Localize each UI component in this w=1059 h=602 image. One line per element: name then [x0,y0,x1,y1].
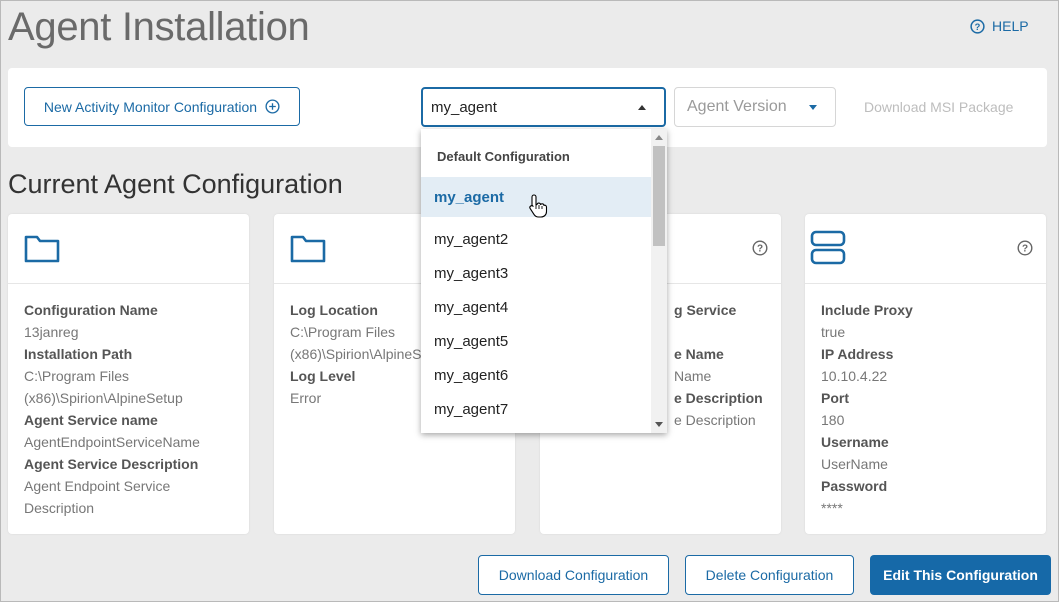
scroll-up-icon[interactable] [655,135,663,140]
agent-select-value: my_agent [431,98,497,116]
dropdown-option[interactable]: my_agent7 [421,392,651,426]
agent-config-select[interactable]: my_agent [421,87,666,127]
dropdown-group-header: Default Configuration [437,148,570,164]
caret-down-icon [809,105,817,110]
field-label: Password [821,478,888,494]
dropdown-option[interactable]: my_agent3 [421,256,651,290]
field-value: UserName [821,456,888,472]
svg-text:?: ? [1022,244,1028,255]
field-value: **** [821,500,843,516]
field-label: Include Proxy [821,302,913,318]
dropdown-scrollbar[interactable] [651,129,667,433]
scroll-down-icon[interactable] [655,422,663,427]
page-title: Agent Installation [8,5,310,49]
download-msi-button[interactable]: Download MSI Package [864,99,1013,115]
section-title: Current Agent Configuration [8,169,343,199]
hand-cursor-icon [529,194,548,218]
svg-text:?: ? [975,21,981,31]
field-label: Username [821,434,889,450]
caret-up-icon [638,105,646,110]
question-icon[interactable]: ? [1017,240,1033,256]
dropdown-option[interactable]: my_agent2 [421,222,651,256]
scrollbar-thumb[interactable] [653,146,665,246]
field-label: e Description [674,390,763,406]
help-circle-icon: ? [970,18,985,34]
field-label: IP Address [821,346,894,362]
download-config-button[interactable]: Download Configuration [478,555,669,595]
dropdown-option[interactable]: my_agent4 [421,290,651,324]
field-label: Agent Service Description [24,456,199,472]
field-label: Installation Path [24,346,133,362]
field-value: 180 [821,412,845,428]
field-value: e Description [674,412,756,428]
agent-version-placeholder: Agent Version [687,98,787,115]
field-value: true [821,324,846,340]
edit-config-button[interactable]: Edit This Configuration [870,555,1051,595]
field-value: Name [674,368,712,384]
help-link[interactable]: ? HELP [970,18,1029,34]
field-label: e Name [674,346,724,362]
field-label: Port [821,390,849,406]
field-value: AgentEndpointServiceName [24,434,200,450]
svg-text:?: ? [757,244,763,255]
field-value [674,321,763,343]
new-config-button[interactable]: New Activity Monitor Configuration [24,87,300,126]
folder-icon [290,235,326,263]
plus-circle-icon [265,99,280,114]
dropdown-option[interactable]: my_agent5 [421,324,651,358]
field-label: g Service [674,302,737,318]
field-label: Agent Service name [24,412,158,428]
help-label: HELP [992,18,1029,34]
field-label: Configuration Name [24,302,158,318]
new-config-label: New Activity Monitor Configuration [43,98,258,115]
field-value: C:\Program Files (x86)\Spirion\AlpineSet… [24,368,183,406]
agent-version-select[interactable]: Agent Version [674,87,836,127]
config-card-proxy: ? Include Proxy true IP Address 10.10.4.… [805,214,1046,534]
field-value: Agent Endpoint Service Description [24,478,171,516]
agent-config-dropdown[interactable]: Default Configuration my_agent my_agent2… [421,129,667,433]
question-icon[interactable]: ? [752,240,768,256]
dropdown-option[interactable]: my_agent6 [421,358,651,392]
server-icon [810,230,846,265]
field-value: 13janreg [24,324,79,340]
config-card-general: Configuration Name 13janreg Installation… [8,214,249,534]
field-value: 10.10.4.22 [821,368,888,384]
delete-config-button[interactable]: Delete Configuration [685,555,854,595]
folder-icon [24,235,60,263]
